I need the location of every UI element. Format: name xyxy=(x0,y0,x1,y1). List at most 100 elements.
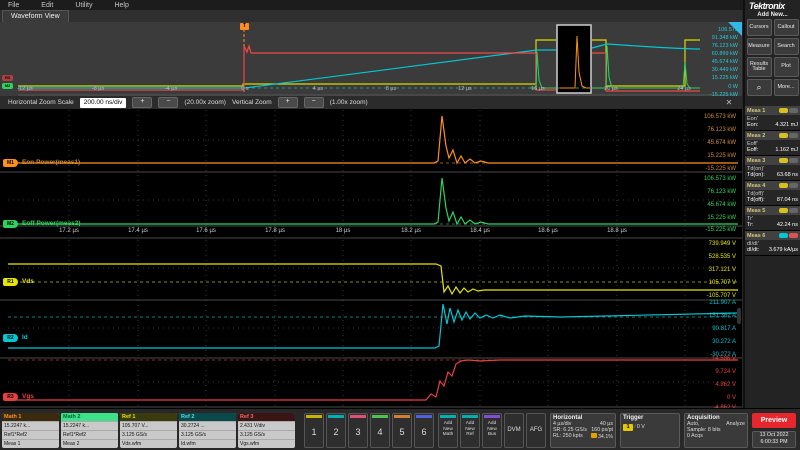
zoom-x-tick: 17.2 µs xyxy=(59,228,79,234)
meas-value: 63.68 ns xyxy=(777,172,798,178)
overview-x-tick: 20 µs xyxy=(604,86,618,92)
add-color-strip xyxy=(462,415,478,418)
trigger-panel[interactable]: Trigger 1 ∕ 0 V xyxy=(620,413,680,448)
scale-label: 30.272 A xyxy=(712,339,736,345)
channel-label-r1[interactable]: Vds xyxy=(22,278,34,285)
add-label: AddNewBus xyxy=(483,419,501,438)
channel-label-r3[interactable]: Vgs xyxy=(22,393,34,400)
menu-file[interactable]: File xyxy=(8,2,19,9)
channel-label-r2[interactable]: Id xyxy=(22,334,28,341)
h-zoom-minus-button[interactable]: − xyxy=(158,97,178,108)
preview-button[interactable]: Preview xyxy=(752,413,796,428)
channel-label-m1[interactable]: Eon Power(meas1) xyxy=(22,159,80,166)
waveform-overview[interactable]: T -12 µs-8 µs-4 µs0 s4 µs8 µs12 µs16 µs2… xyxy=(0,22,742,97)
afg-button[interactable]: AFG xyxy=(526,413,546,448)
acquisition-analyze: Analyze xyxy=(726,421,745,427)
badge-ref2[interactable]: Ref 230.2724 ...3.125 GS/sId.wfm xyxy=(179,413,236,448)
zoom-tool-button[interactable]: ⌕ xyxy=(747,79,772,96)
overview-x-tick: -8 µs xyxy=(92,86,104,92)
channel-badge-m2[interactable]: M2 xyxy=(3,220,18,228)
badge-line: 30.2724 ... xyxy=(179,421,236,430)
scale-label: 105.707 V xyxy=(709,280,736,286)
meas-item[interactable]: Meas 2Eoff'Eoff:1.162 mJ xyxy=(745,131,800,156)
badge-math2[interactable]: Math 215.2247 k...Ref1*Ref2Meas 2 xyxy=(61,413,118,448)
measure-button[interactable]: Measure xyxy=(747,38,772,55)
overview-x-tick: 16 µs xyxy=(531,86,545,92)
overview-badge-r3[interactable]: R3 xyxy=(2,75,13,81)
search-button[interactable]: Search xyxy=(774,38,799,55)
trigger-marker[interactable]: T xyxy=(240,23,249,30)
scale-label: 528.535 V xyxy=(709,254,736,260)
meas-source-chip xyxy=(789,183,798,188)
meas-value: 1.162 mJ xyxy=(775,147,798,153)
channel-badge-r2[interactable]: R2 xyxy=(3,334,18,342)
add-new-ref-button[interactable]: AddNewRef xyxy=(460,413,480,448)
close-zoom-icon[interactable]: ✕ xyxy=(722,97,736,108)
channel-color-strip xyxy=(394,415,410,418)
zoomed-waveforms[interactable]: 106.573 kW76.123 kW45.674 kW15.225 kW-15… xyxy=(0,110,742,408)
channel-number: 2 xyxy=(327,419,345,445)
overview-x-tick: 8 µs xyxy=(386,86,397,92)
h-zoom-scale-input[interactable]: 200.00 ns/div xyxy=(80,98,127,108)
channel-2-button[interactable]: 2 xyxy=(326,413,346,448)
more-button[interactable]: More... xyxy=(774,79,799,96)
badge-line: 3.125 GS/s xyxy=(120,430,177,439)
badge-ref1[interactable]: Ref 1105.707 V...3.125 GS/sVds.wfm xyxy=(120,413,177,448)
scale-label: -15.225 kW xyxy=(705,227,736,233)
h-zoom-plus-button[interactable]: + xyxy=(132,97,152,108)
overview-x-tick: 12 µs xyxy=(458,86,472,92)
dvm-button[interactable]: DVM xyxy=(504,413,524,448)
menu-help[interactable]: Help xyxy=(114,2,128,9)
meas-item[interactable]: Meas 1Eon'Eon:4.321 mJ xyxy=(745,106,800,131)
sidebar-buttons: CursorsCalloutMeasureSearchResults Table… xyxy=(745,19,800,96)
scale-label: 4.862 V xyxy=(715,382,736,388)
channel-3-button[interactable]: 3 xyxy=(348,413,368,448)
meas-source-chip xyxy=(779,158,788,163)
zoom-x-tick: 18 µs xyxy=(336,228,351,234)
menu-utility[interactable]: Utility xyxy=(75,2,92,9)
add-new-math-button[interactable]: AddNewMath xyxy=(438,413,458,448)
overview-badge-m2[interactable]: M2 xyxy=(2,83,13,89)
meas-item[interactable]: Meas 3Td(on)'Td(on):63.68 ns xyxy=(745,156,800,181)
channel-4-button[interactable]: 4 xyxy=(370,413,390,448)
channel-badge-r3[interactable]: R3 xyxy=(3,393,18,401)
channel-badge-r1[interactable]: R1 xyxy=(3,278,18,286)
plot-button[interactable]: Plot xyxy=(774,57,799,77)
badge-line: 3.125 GS/s xyxy=(179,430,236,439)
results-table-button[interactable]: Results Table xyxy=(747,57,772,77)
channel-label-m2[interactable]: Eoff Power(meas2) xyxy=(22,220,81,227)
zoom-box[interactable] xyxy=(557,25,591,93)
v-zoom-plus-button[interactable]: + xyxy=(278,97,298,108)
meas-item[interactable]: Meas 4Td(off)'Td(off):87.04 ns xyxy=(745,181,800,206)
channel-1-button[interactable]: 1 xyxy=(304,413,324,448)
v-zoom-minus-button[interactable]: − xyxy=(304,97,324,108)
overview-eoff-trace xyxy=(530,46,700,88)
channel-5-button[interactable]: 5 xyxy=(392,413,412,448)
meas-source-chip xyxy=(789,108,798,113)
badge-math1[interactable]: Math 115.2247 k...Ref1*Ref2Meas 1 xyxy=(2,413,59,448)
overview-plot xyxy=(0,22,742,96)
record-length: RL: 250 kpts xyxy=(553,433,583,440)
meas-name: dI/dt' xyxy=(745,240,800,247)
badge-ref3[interactable]: Ref 32.431 V/div3.125 GS/sVgs.wfm xyxy=(238,413,295,448)
zoom-x-tick: 18.8 µs xyxy=(607,228,627,234)
horizontal-panel[interactable]: Horizontal 4 µs/div40 µs SR: 6.25 GS/s16… xyxy=(550,413,616,448)
meas-item[interactable]: Meas 6dI/dt'dI/dt:3.679 kA/µs xyxy=(745,231,800,256)
callout-button[interactable]: Callout xyxy=(774,19,799,36)
add-new-bus-button[interactable]: AddNewBus xyxy=(482,413,502,448)
scale-label: 151.362 A xyxy=(709,313,736,319)
meas-item[interactable]: Meas 5Tr'Tr:42.24 ns xyxy=(745,206,800,231)
acquisition-panel[interactable]: Acquisition Auto,Analyze Sample: 8 bits … xyxy=(684,413,748,448)
datetime-display[interactable]: 13 Oct 2022 6:00:33 PM xyxy=(752,431,796,448)
panel-drag-handle[interactable] xyxy=(737,308,741,324)
channel-badge-m1[interactable]: M1 xyxy=(3,159,18,167)
h-zoom-scale-label: Horizontal Zoom Scale xyxy=(8,99,74,106)
cursors-button[interactable]: Cursors xyxy=(747,19,772,36)
tab-waveform-view[interactable]: Waveform View xyxy=(2,10,69,22)
zoom-x-tick: 18.2 µs xyxy=(401,228,421,234)
channel-6-button[interactable]: 6 xyxy=(414,413,434,448)
menu-edit[interactable]: Edit xyxy=(41,2,53,9)
v-zoom-label: Vertical Zoom xyxy=(232,99,272,106)
meas-source-chip xyxy=(789,158,798,163)
meas-title: Meas 6 xyxy=(747,233,778,239)
